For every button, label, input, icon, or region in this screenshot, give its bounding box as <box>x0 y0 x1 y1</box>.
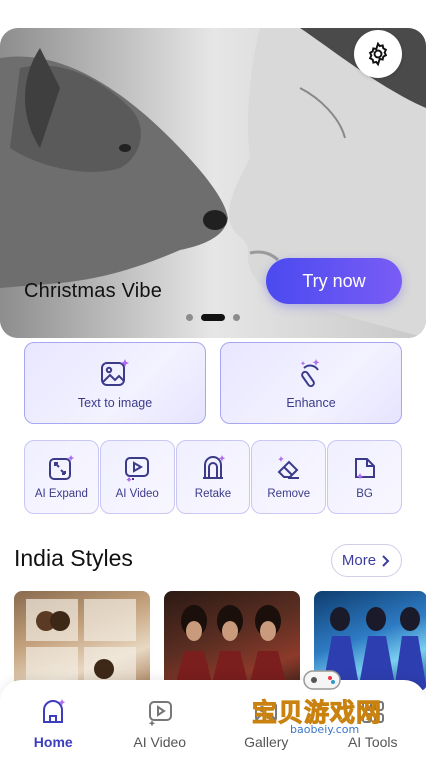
banner-title: Christmas Vibe <box>24 280 163 302</box>
nav-gallery-label: Gallery <box>244 734 289 750</box>
ai-expand-button[interactable]: AI Expand <box>24 440 99 514</box>
enhance-button[interactable]: Enhance <box>220 342 402 424</box>
style-card[interactable] <box>14 591 150 691</box>
magic-wand-icon <box>300 359 320 388</box>
video-icon <box>148 701 172 726</box>
settings-button[interactable] <box>354 30 402 78</box>
nav-ai-video[interactable]: AI Video <box>115 698 205 750</box>
nav-ai-tools-label: AI Tools <box>347 734 398 750</box>
image-sparkle-icon <box>101 359 129 386</box>
text-to-image-label: Text to image <box>77 396 153 410</box>
enhance-label: Enhance <box>286 396 336 410</box>
expand-icon <box>49 455 75 480</box>
remove-label: Remove <box>267 488 311 500</box>
background-icon <box>354 458 375 480</box>
nav-home[interactable]: Home <box>8 698 98 750</box>
more-label: More <box>341 552 377 569</box>
nav-ai-tools[interactable]: AI Tools <box>328 698 418 750</box>
style-card[interactable] <box>164 591 300 691</box>
ai-expand-label: AI Expand <box>34 488 88 500</box>
nav-gallery[interactable]: Gallery <box>221 698 311 750</box>
style-image <box>26 599 136 691</box>
bg-button[interactable]: BG <box>327 440 402 514</box>
style-image <box>174 605 288 691</box>
secondary-tools: AI Expand AI Video Retake Remove BG <box>24 440 402 514</box>
text-to-image-button[interactable]: Text to image <box>24 342 206 424</box>
remove-button[interactable]: Remove <box>251 440 327 514</box>
nav-home-label: Home <box>33 734 73 750</box>
retake-button[interactable]: Retake <box>175 440 251 514</box>
gallery-icon <box>255 702 278 722</box>
status-bar <box>0 0 426 28</box>
styles-carousel <box>14 591 426 691</box>
carousel-dots <box>0 314 426 321</box>
style-card[interactable] <box>314 591 426 691</box>
style-image <box>322 607 426 691</box>
gear-icon <box>368 41 388 67</box>
nav-ai-video-label: AI Video <box>133 734 187 750</box>
video-play-icon <box>125 457 150 482</box>
promo-banner[interactable]: Christmas Vibe Try now <box>0 28 426 338</box>
tools-icon <box>361 701 384 723</box>
retake-icon <box>202 455 226 479</box>
try-now-button[interactable]: Try now <box>266 258 402 304</box>
retake-label: Retake <box>194 488 232 500</box>
section-title: India Styles <box>14 545 133 571</box>
primary-tools: Text to image Enhance <box>24 342 402 424</box>
carousel-dot-active[interactable] <box>201 314 225 321</box>
ai-video-button[interactable]: AI Video <box>99 440 175 514</box>
carousel-dot[interactable] <box>233 314 240 321</box>
ai-video-label: AI Video <box>115 488 159 500</box>
chevron-right-icon <box>382 554 390 567</box>
bottom-navigation: Home AI Video Gallery AI Tools <box>0 680 426 759</box>
carousel-dot[interactable] <box>186 314 193 321</box>
more-button[interactable]: More <box>331 544 402 577</box>
bg-label: BG <box>356 488 373 500</box>
eraser-icon <box>277 456 299 479</box>
home-icon <box>43 699 66 723</box>
